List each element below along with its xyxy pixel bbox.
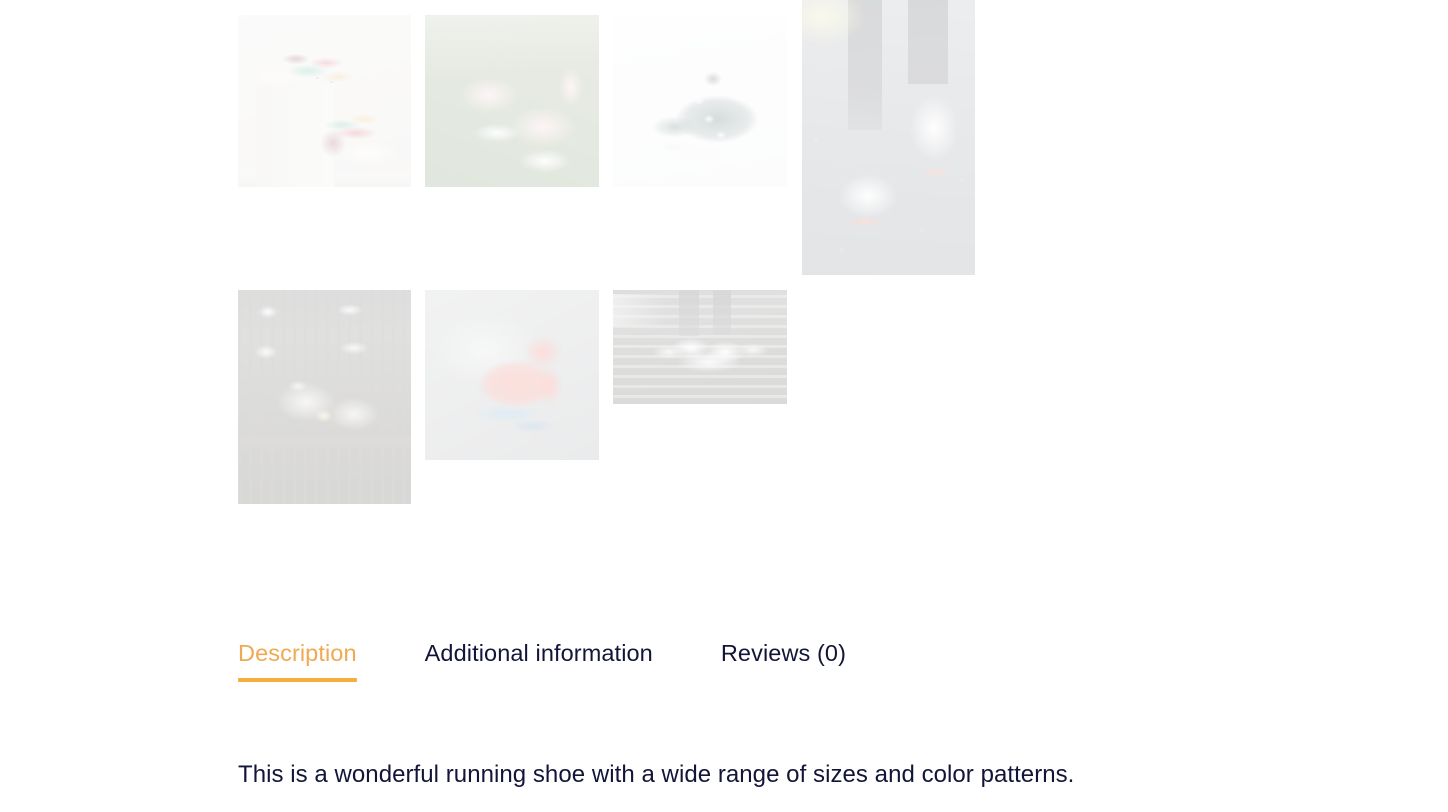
thumbnail-overlay [238, 15, 411, 187]
tab-description[interactable]: Description [238, 636, 357, 682]
tab-reviews[interactable]: Reviews (0) [721, 636, 846, 682]
gallery-thumbnail[interactable] [613, 290, 787, 404]
tab-additional-information[interactable]: Additional information [425, 636, 653, 682]
gallery-thumbnail[interactable] [238, 290, 411, 504]
tab-label: Additional information [424, 640, 653, 666]
description-panel: This is a wonderful running shoe with a … [238, 758, 1338, 793]
product-tabs: Description Additional information Revie… [238, 636, 846, 682]
gallery-thumbnail[interactable] [238, 15, 411, 187]
product-description-text: This is a wonderful running shoe with a … [238, 761, 1075, 788]
gallery-thumbnail[interactable] [613, 15, 787, 187]
gallery-thumbnail[interactable] [425, 15, 599, 187]
gallery-thumbnail[interactable] [802, 0, 975, 275]
tab-label: Reviews (0) [720, 640, 847, 666]
thumbnail-overlay [425, 290, 599, 460]
page-root: Description Additional information Revie… [0, 0, 1448, 812]
gallery-thumbnail[interactable] [425, 290, 599, 460]
thumbnail-overlay [425, 15, 599, 187]
tab-label: Description [238, 640, 357, 666]
product-image-gallery [238, 0, 998, 520]
thumbnail-overlay [613, 15, 787, 187]
thumbnail-overlay [802, 0, 975, 275]
thumbnail-overlay [613, 290, 787, 404]
thumbnail-overlay [238, 290, 411, 504]
